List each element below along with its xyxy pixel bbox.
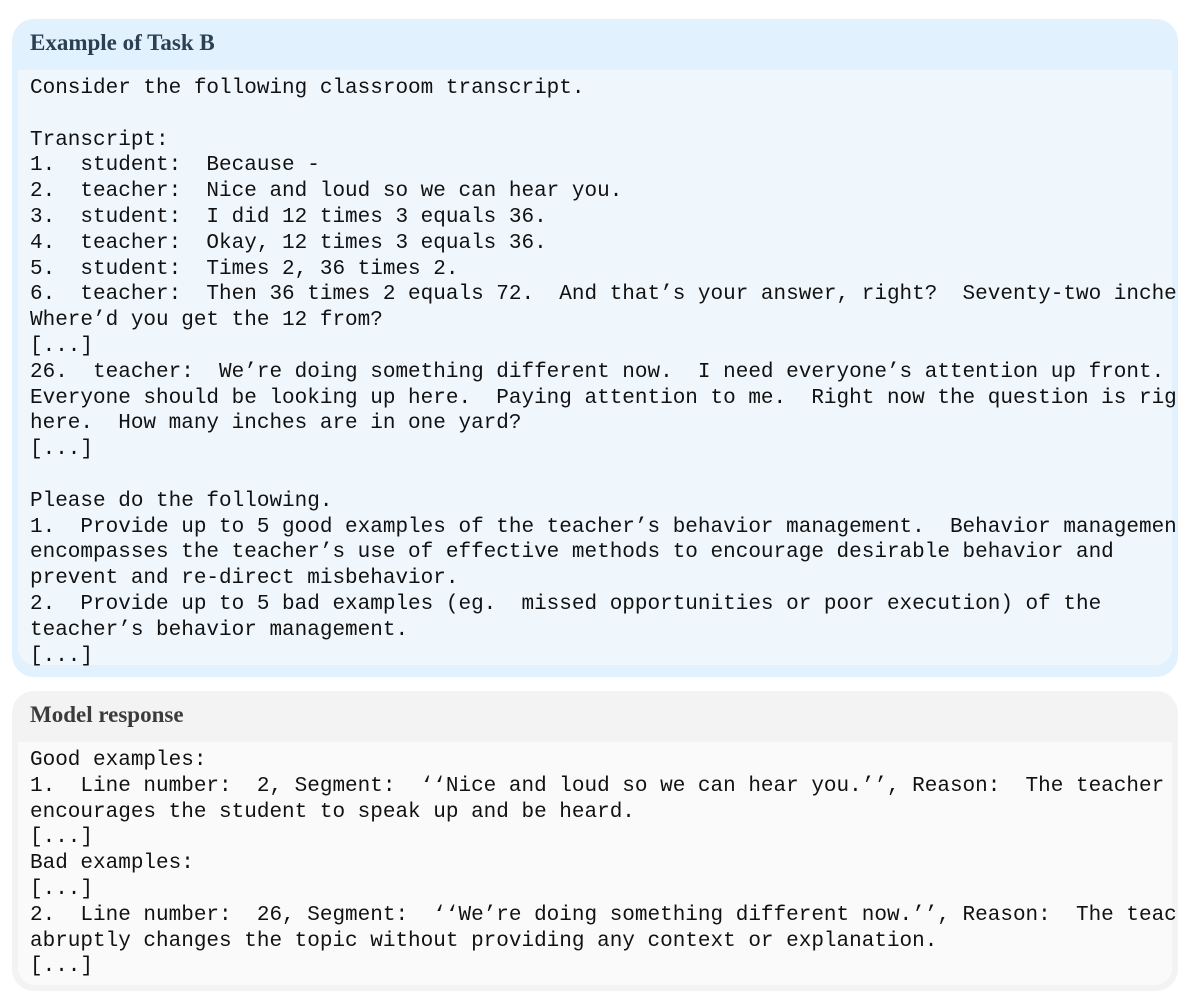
task-example-box: Example of Task B Consider the following… [12, 19, 1178, 677]
task-text-line: 5. student: Times 2, 36 times 2. [30, 257, 459, 281]
response-box-title: Model response [30, 702, 184, 727]
task-text-line: Please do the following. [30, 489, 333, 513]
task-text-line: 1. Provide up to 5 good examples of the … [30, 515, 1178, 539]
task-text-line [30, 102, 1172, 128]
task-box-title: Example of Task B [30, 30, 215, 55]
task-text-line: encompasses the teacher’s use of effecti… [30, 541, 1114, 565]
response-text-line: [...] [30, 877, 94, 901]
response-text-line: Bad examples: [30, 852, 194, 876]
task-text-line: 26. teacher: We’re doing something diffe… [30, 360, 1165, 384]
task-text-line: teacher’s behavior management. [30, 618, 409, 642]
task-box-body: Consider the following classroom transcr… [18, 70, 1178, 668]
response-text-line: 1. Line number: 2, Segment: ‘‘Nice and l… [30, 774, 1165, 798]
task-text-line: [...] [30, 334, 94, 358]
task-text-line [30, 463, 1172, 489]
task-text-line: 2. teacher: Nice and loud so we can hear… [30, 180, 623, 204]
response-text-line: [...] [30, 826, 94, 850]
response-text-line: 2. Line number: 26, Segment: ‘‘We’re doi… [30, 903, 1178, 927]
task-text-line: 3. student: I did 12 times 3 equals 36. [30, 205, 547, 229]
task-text-line: 6. teacher: Then 36 times 2 equals 72. A… [30, 283, 1178, 307]
task-text-line: Consider the following classroom transcr… [30, 77, 585, 100]
task-text-line: 2. Provide up to 5 bad examples (eg. mis… [30, 592, 1102, 616]
task-text-line: Transcript: [30, 128, 169, 152]
task-text-line: here. How many inches are in one yard? [30, 412, 522, 436]
response-box-body: Good examples: 1. Line number: 2, Segment… [18, 742, 1178, 985]
response-text-line: Good examples: [30, 749, 207, 772]
task-text-line: 4. teacher: Okay, 12 times 3 equals 36. [30, 231, 547, 255]
response-text-line: [...] [30, 955, 94, 979]
response-text-line: encourages the student to speak up and b… [30, 800, 635, 824]
task-text-line: prevent and re-direct misbehavior. [30, 567, 459, 591]
task-text-line: Where’d you get the 12 from? [30, 309, 383, 333]
task-text-line: [...] [30, 644, 94, 668]
task-text-line: 1. student: Because - [30, 154, 320, 178]
task-text-line: [...] [30, 438, 94, 462]
model-response-box: Model response Good examples: 1. Line num… [12, 691, 1178, 991]
response-text-line: abruptly changes the topic without provi… [30, 929, 938, 953]
task-text-line: Everyone should be looking up here. Payi… [30, 386, 1178, 410]
